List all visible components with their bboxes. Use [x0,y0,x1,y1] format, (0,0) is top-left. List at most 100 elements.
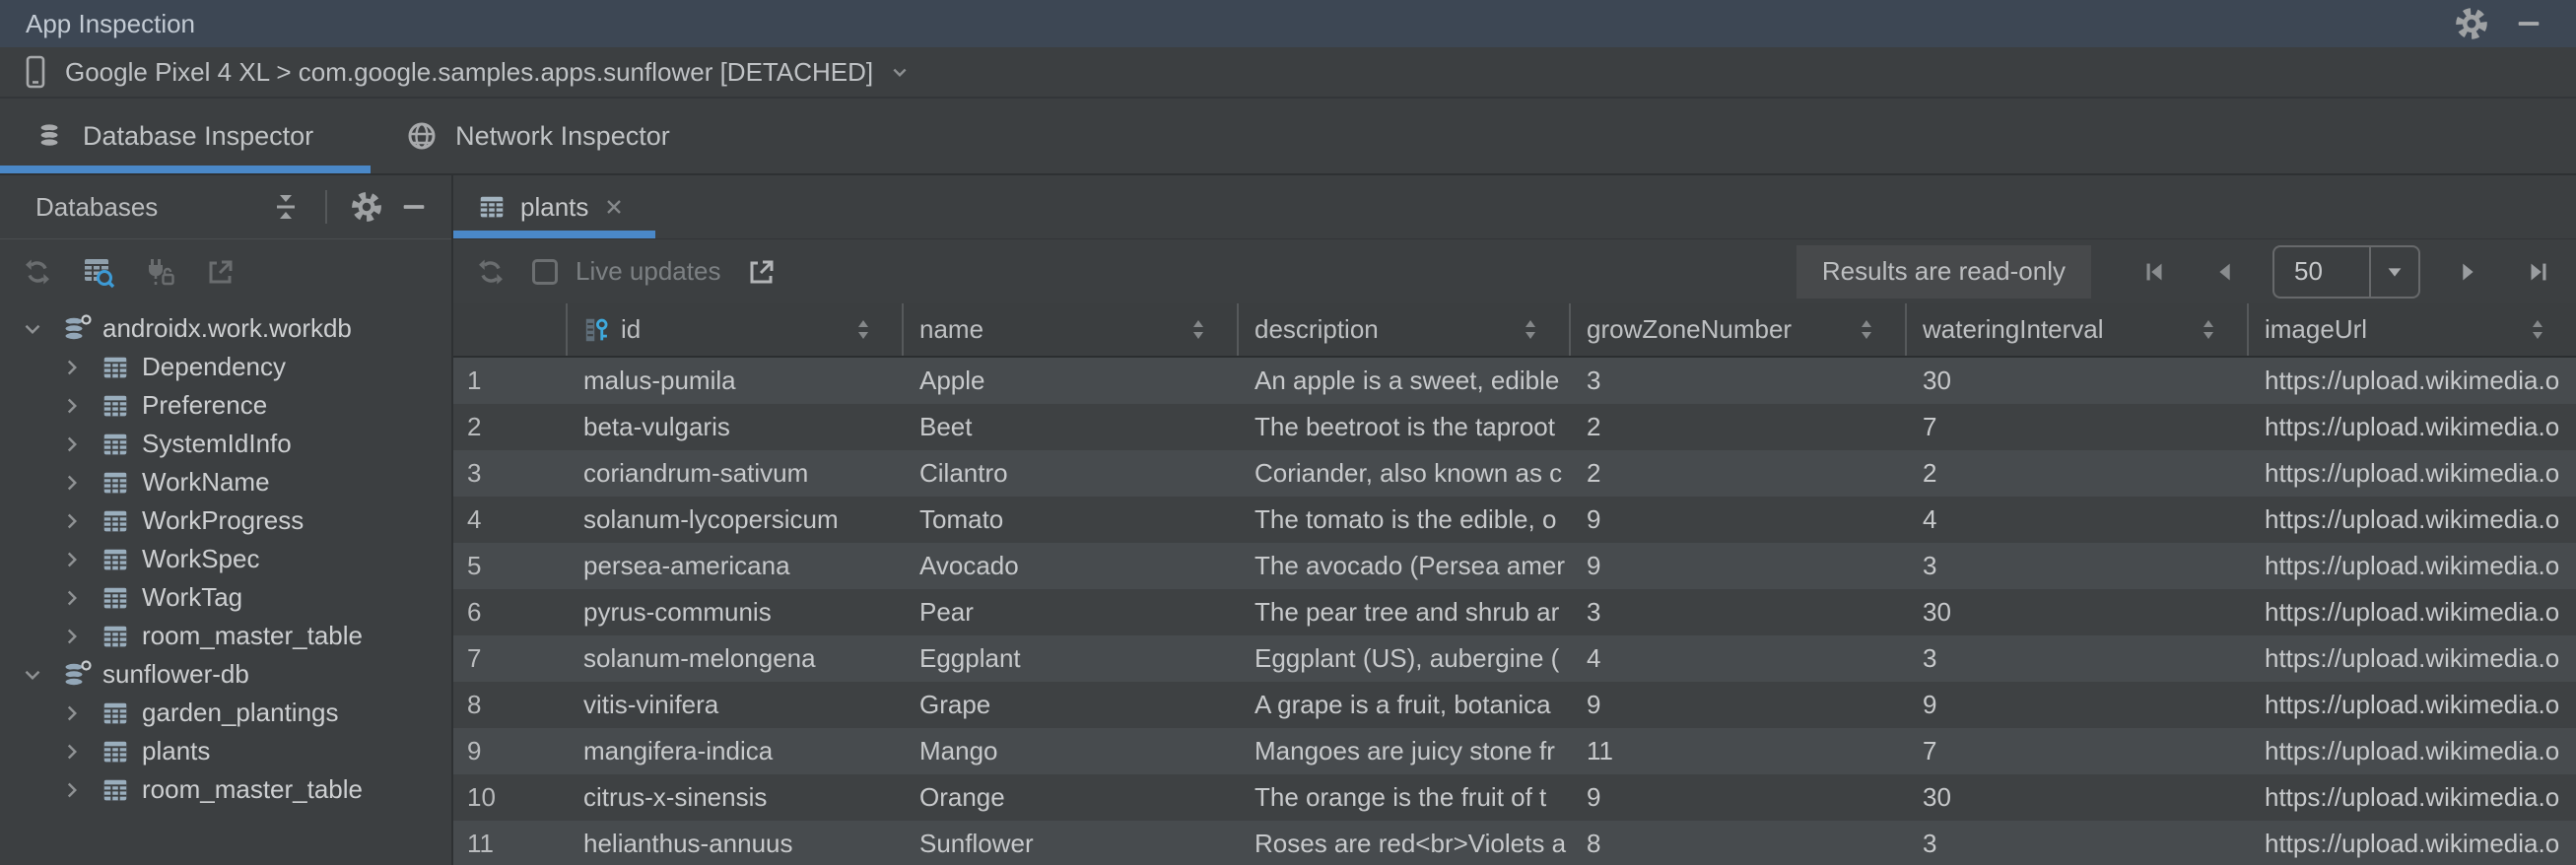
close-icon[interactable] [602,195,626,219]
cell-wateringInterval[interactable]: 3 [1905,635,2247,682]
tree-item-plants[interactable]: plants [0,732,451,770]
cell-imageUrl[interactable]: https://upload.wikimedia.o [2247,728,2576,774]
cell-imageUrl[interactable]: https://upload.wikimedia.o [2247,358,2576,404]
tree-item-garden_plantings[interactable]: garden_plantings [0,694,451,732]
cell-imageUrl[interactable]: https://upload.wikimedia.o [2247,497,2576,543]
cell-name[interactable]: Orange [902,774,1237,821]
cell-id[interactable]: malus-pumila [566,358,902,404]
cell-description[interactable]: Mangoes are juicy stone fr [1237,728,1569,774]
cell-growZoneNumber[interactable]: 9 [1569,682,1905,728]
cell-wateringInterval[interactable]: 30 [1905,774,2247,821]
cell-growZoneNumber[interactable]: 11 [1569,728,1905,774]
cell-id[interactable]: beta-vulgaris [566,404,902,450]
settings-button[interactable] [2450,4,2493,43]
tab-plants[interactable]: plants [453,175,655,238]
tree-item-Preference[interactable]: Preference [0,386,451,425]
cell-imageUrl[interactable]: https://upload.wikimedia.o [2247,450,2576,497]
cell-wateringInterval[interactable]: 3 [1905,821,2247,865]
cell-name[interactable]: Eggplant [902,635,1237,682]
live-updates-checkbox[interactable] [532,259,558,285]
hide-button[interactable] [390,184,438,230]
cell-name[interactable]: Pear [902,589,1237,635]
tab-database-inspector[interactable]: Database Inspector [0,99,371,173]
tree-item-WorkProgress[interactable]: WorkProgress [0,501,451,540]
export-button[interactable] [197,249,244,295]
row-number-cell[interactable]: 2 [453,404,566,450]
process-selector-bar[interactable]: Google Pixel 4 XL > com.google.samples.a… [0,47,2576,99]
cell-description[interactable]: An apple is a sweet, edible [1237,358,1569,404]
cell-name[interactable]: Tomato [902,497,1237,543]
cell-imageUrl[interactable]: https://upload.wikimedia.o [2247,404,2576,450]
row-number-cell[interactable]: 9 [453,728,566,774]
row-number-cell[interactable]: 11 [453,821,566,865]
column-header-imageUrl[interactable]: imageUrl [2247,303,2576,356]
panel-options-button[interactable] [343,184,390,230]
cell-id[interactable]: solanum-lycopersicum [566,497,902,543]
last-page-button[interactable] [2515,249,2562,295]
cell-id[interactable]: solanum-melongena [566,635,902,682]
cell-growZoneNumber[interactable]: 4 [1569,635,1905,682]
collapse-all-button[interactable] [262,184,309,230]
cell-id[interactable]: helianthus-annuus [566,821,902,865]
cell-name[interactable]: Beet [902,404,1237,450]
first-page-button[interactable] [2131,249,2178,295]
chevron-right-icon[interactable] [55,543,89,576]
chevron-right-icon[interactable] [55,773,89,807]
column-header-growZoneNumber[interactable]: growZoneNumber [1569,303,1905,356]
previous-page-button[interactable] [2202,249,2249,295]
cell-name[interactable]: Sunflower [902,821,1237,865]
cell-description[interactable]: The avocado (Persea amer [1237,543,1569,589]
cell-id[interactable]: citrus-x-sinensis [566,774,902,821]
chevron-right-icon[interactable] [55,735,89,768]
cell-id[interactable]: coriandrum-sativum [566,450,902,497]
row-number-cell[interactable]: 1 [453,358,566,404]
cell-imageUrl[interactable]: https://upload.wikimedia.o [2247,774,2576,821]
cell-name[interactable]: Avocado [902,543,1237,589]
cell-growZoneNumber[interactable]: 9 [1569,543,1905,589]
cell-growZoneNumber[interactable]: 9 [1569,497,1905,543]
row-number-cell[interactable]: 6 [453,589,566,635]
hide-panel-button[interactable] [2507,4,2550,43]
combo-arrow[interactable] [2369,247,2418,297]
cell-wateringInterval[interactable]: 7 [1905,404,2247,450]
cell-description[interactable]: Coriander, also known as c [1237,450,1569,497]
cell-growZoneNumber[interactable]: 2 [1569,404,1905,450]
cell-name[interactable]: Grape [902,682,1237,728]
column-header-id[interactable]: id [566,303,902,356]
cell-wateringInterval[interactable]: 2 [1905,450,2247,497]
refresh-table-button[interactable] [467,249,514,295]
tab-network-inspector[interactable]: Network Inspector [371,99,727,173]
cell-description[interactable]: A grape is a fruit, botanica [1237,682,1569,728]
next-page-button[interactable] [2444,249,2491,295]
cell-growZoneNumber[interactable]: 8 [1569,821,1905,865]
chevron-right-icon[interactable] [55,351,89,384]
tree-item-sunflower-db[interactable]: sunflower-db [0,655,451,694]
row-number-cell[interactable]: 10 [453,774,566,821]
cell-description[interactable]: The beetroot is the taproot [1237,404,1569,450]
cell-imageUrl[interactable]: https://upload.wikimedia.o [2247,635,2576,682]
cell-wateringInterval[interactable]: 3 [1905,543,2247,589]
cell-id[interactable]: mangifera-indica [566,728,902,774]
chevron-right-icon[interactable] [55,620,89,653]
cell-description[interactable]: The orange is the fruit of t [1237,774,1569,821]
cell-name[interactable]: Cilantro [902,450,1237,497]
cell-wateringInterval[interactable]: 30 [1905,358,2247,404]
row-number-cell[interactable]: 8 [453,682,566,728]
row-number-cell[interactable]: 7 [453,635,566,682]
chevron-right-icon[interactable] [55,466,89,499]
tree-item-SystemIdInfo[interactable]: SystemIdInfo [0,425,451,463]
cell-growZoneNumber[interactable]: 3 [1569,358,1905,404]
cell-wateringInterval[interactable]: 9 [1905,682,2247,728]
chevron-down-icon[interactable] [16,312,49,346]
cell-description[interactable]: Eggplant (US), aubergine ( [1237,635,1569,682]
cell-growZoneNumber[interactable]: 3 [1569,589,1905,635]
column-header-description[interactable]: description [1237,303,1569,356]
tree-item-androidx.work.workdb[interactable]: androidx.work.workdb [0,309,451,348]
cell-imageUrl[interactable]: https://upload.wikimedia.o [2247,682,2576,728]
tree-item-WorkName[interactable]: WorkName [0,463,451,501]
cell-wateringInterval[interactable]: 30 [1905,589,2247,635]
row-number-cell[interactable]: 4 [453,497,566,543]
export-table-button[interactable] [738,249,785,295]
tree-item-room_master_table[interactable]: room_master_table [0,617,451,655]
page-size-combobox[interactable]: 50 [2272,245,2420,299]
